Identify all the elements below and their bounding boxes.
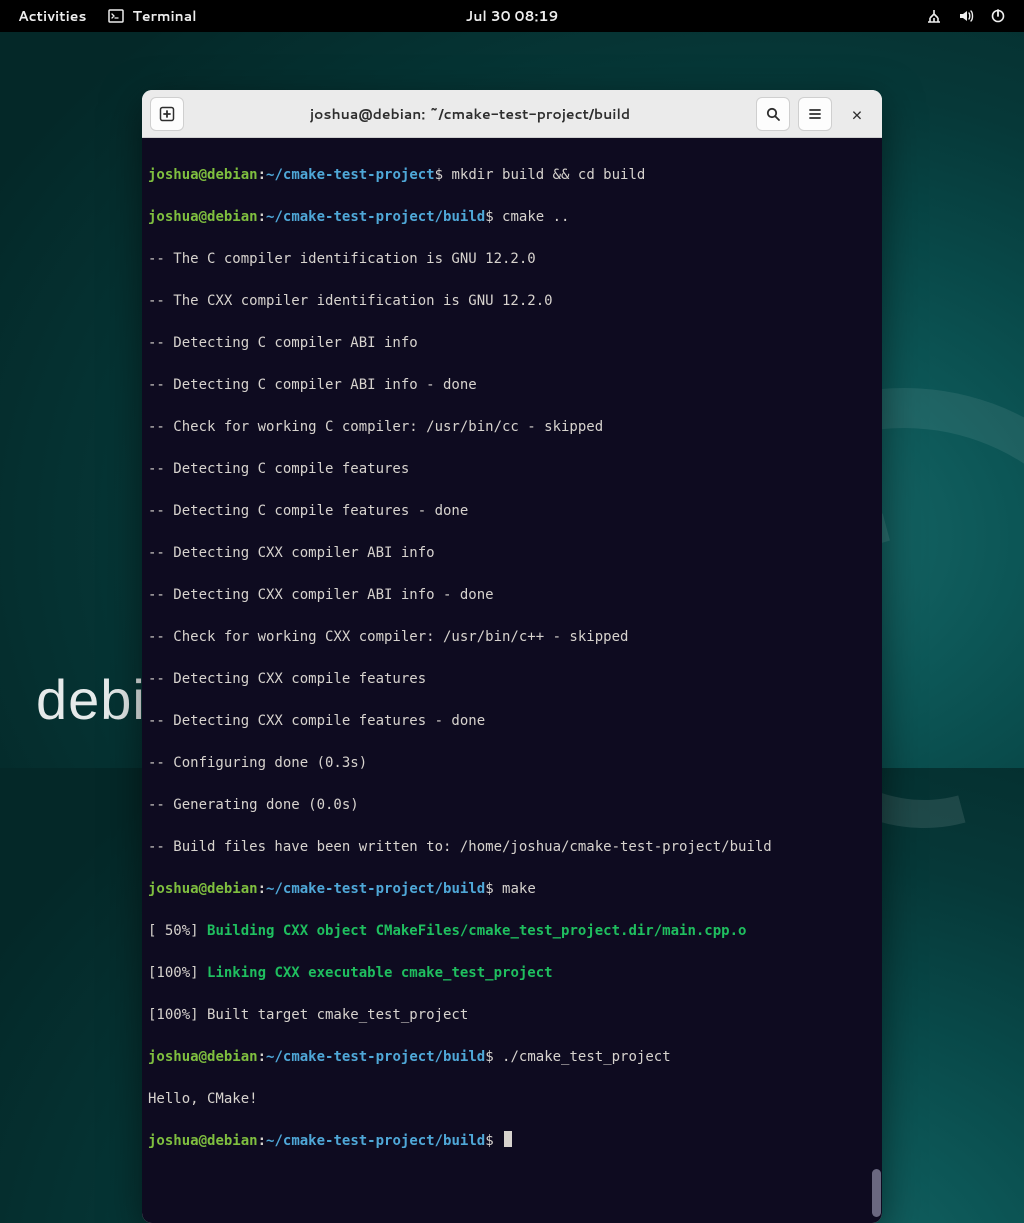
prompt-colon: :: [258, 167, 266, 183]
hamburger-icon: [807, 106, 823, 122]
make-percent: [ 50%]: [148, 923, 207, 939]
current-app-name: Terminal: [132, 6, 196, 26]
network-icon[interactable]: [926, 8, 942, 24]
output-line: -- Detecting CXX compile features: [148, 669, 876, 690]
output-line: -- Detecting C compile features - done: [148, 501, 876, 522]
plus-tab-icon: [159, 106, 175, 122]
make-link: Linking CXX executable cmake_test_projec…: [207, 965, 553, 981]
make-build-obj: Building CXX object CMakeFiles/cmake_tes…: [207, 923, 746, 939]
output-line: -- Detecting C compile features: [148, 459, 876, 480]
output-line: -- Detecting CXX compile features - done: [148, 711, 876, 732]
cursor: [504, 1131, 512, 1147]
scrollbar-thumb[interactable]: [872, 1169, 881, 1217]
make-percent: [100%]: [148, 965, 207, 981]
clock[interactable]: Jul 30 08:19: [466, 6, 559, 26]
output-line: -- Configuring done (0.3s): [148, 753, 876, 774]
window-title: joshua@debian: ~/cmake-test-project/buil…: [192, 104, 748, 124]
output-line: -- Detecting C compiler ABI info - done: [148, 375, 876, 396]
output-line: -- The CXX compiler identification is GN…: [148, 291, 876, 312]
output-line: Hello, CMake!: [148, 1089, 876, 1110]
output-line: -- Build files have been written to: /ho…: [148, 837, 876, 858]
cmd-text: make: [502, 881, 536, 897]
output-line: -- Generating done (0.0s): [148, 795, 876, 816]
current-app-indicator[interactable]: Terminal: [108, 6, 196, 26]
prompt-dollar: $: [435, 167, 452, 183]
output-line: -- Detecting C compiler ABI info: [148, 333, 876, 354]
cmd-text: cmake ..: [502, 209, 569, 225]
terminal-viewport[interactable]: joshua@debian:~/cmake-test-project$ mkdi…: [142, 138, 882, 1223]
window-titlebar[interactable]: joshua@debian: ~/cmake-test-project/buil…: [142, 90, 882, 138]
power-icon[interactable]: [990, 8, 1006, 24]
new-tab-button[interactable]: [150, 97, 184, 131]
close-icon: ×: [851, 101, 862, 127]
output-line: -- The C compiler identification is GNU …: [148, 249, 876, 270]
cmd-text: ./cmake_test_project: [502, 1049, 671, 1065]
terminal-window: joshua@debian: ~/cmake-test-project/buil…: [142, 90, 882, 1223]
search-button[interactable]: [756, 97, 790, 131]
activities-button[interactable]: Activities: [18, 6, 86, 26]
output-line: [100%] Built target cmake_test_project: [148, 1005, 876, 1026]
output-line: -- Check for working C compiler: /usr/bi…: [148, 417, 876, 438]
prompt-host: debian: [207, 167, 258, 183]
search-icon: [765, 106, 781, 122]
prompt-path: ~/cmake-test-project: [266, 167, 435, 183]
output-line: -- Detecting CXX compiler ABI info: [148, 543, 876, 564]
output-line: -- Check for working CXX compiler: /usr/…: [148, 627, 876, 648]
prompt-user: joshua: [148, 167, 199, 183]
prompt-at: @: [199, 167, 207, 183]
close-button[interactable]: ×: [840, 97, 874, 131]
terminal-icon: [108, 8, 124, 24]
output-line: -- Detecting CXX compiler ABI info - don…: [148, 585, 876, 606]
gnome-top-panel: Activities Terminal Jul 30 08:19: [0, 0, 1024, 32]
menu-button[interactable]: [798, 97, 832, 131]
cmd-text: mkdir build && cd build: [451, 167, 645, 183]
volume-icon[interactable]: [958, 8, 974, 24]
